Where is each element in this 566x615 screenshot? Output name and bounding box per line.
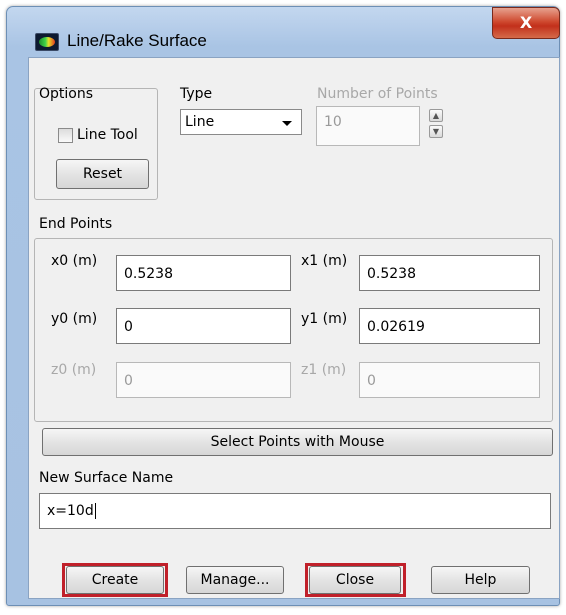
z1-label: z1 (m)	[301, 362, 347, 378]
new-surface-name-heading: New Surface Name	[39, 470, 174, 486]
window-close-button[interactable]: X	[492, 7, 560, 39]
line-tool-label[interactable]: Line Tool	[77, 127, 138, 143]
x1-label: x1 (m)	[301, 253, 348, 269]
create-highlight	[62, 563, 168, 597]
y1-label: y1 (m)	[301, 311, 348, 327]
close-highlight	[305, 563, 406, 597]
line-tool-checkbox[interactable]	[58, 128, 73, 143]
reset-button[interactable]: Reset	[56, 159, 149, 189]
type-select[interactable]: Line	[180, 109, 302, 135]
options-heading: Options	[39, 86, 94, 102]
new-surface-name-value: x=10d	[47, 503, 94, 519]
y1-field[interactable]: 0.02619	[359, 308, 540, 344]
x0-label: x0 (m)	[51, 253, 98, 269]
window-title: Line/Rake Surface	[67, 31, 207, 50]
number-of-points-heading: Number of Points	[317, 86, 438, 102]
y0-field[interactable]: 0	[116, 308, 291, 344]
type-heading: Type	[180, 86, 213, 102]
number-of-points-field[interactable]: 10	[316, 106, 420, 146]
z0-label: z0 (m)	[51, 362, 97, 378]
type-selected-value: Line	[185, 114, 215, 130]
y0-label: y0 (m)	[51, 311, 98, 327]
z0-field[interactable]: 0	[116, 362, 291, 398]
increment-arrow-icon[interactable]: ▲	[429, 109, 443, 122]
decrement-arrow-icon[interactable]: ▼	[429, 125, 443, 138]
title-bar[interactable]: Line/Rake Surface X	[7, 7, 560, 51]
dialog-body: Options Line Tool Reset Type Line Number…	[28, 57, 560, 599]
text-caret	[94, 503, 96, 519]
new-surface-name-input[interactable]: x=10d	[39, 493, 551, 529]
z1-field[interactable]: 0	[359, 362, 540, 398]
chevron-down-icon	[282, 121, 292, 126]
fluent-app-icon	[35, 33, 59, 51]
end-points-heading: End Points	[39, 216, 113, 232]
dialog-window: Line/Rake Surface X Options Line Tool Re…	[6, 6, 560, 606]
x0-field[interactable]: 0.5238	[116, 255, 291, 291]
help-button[interactable]: Help	[431, 566, 530, 594]
x1-field[interactable]: 0.5238	[359, 255, 540, 291]
select-points-with-mouse-button[interactable]: Select Points with Mouse	[42, 428, 553, 456]
manage-button[interactable]: Manage...	[186, 566, 284, 594]
